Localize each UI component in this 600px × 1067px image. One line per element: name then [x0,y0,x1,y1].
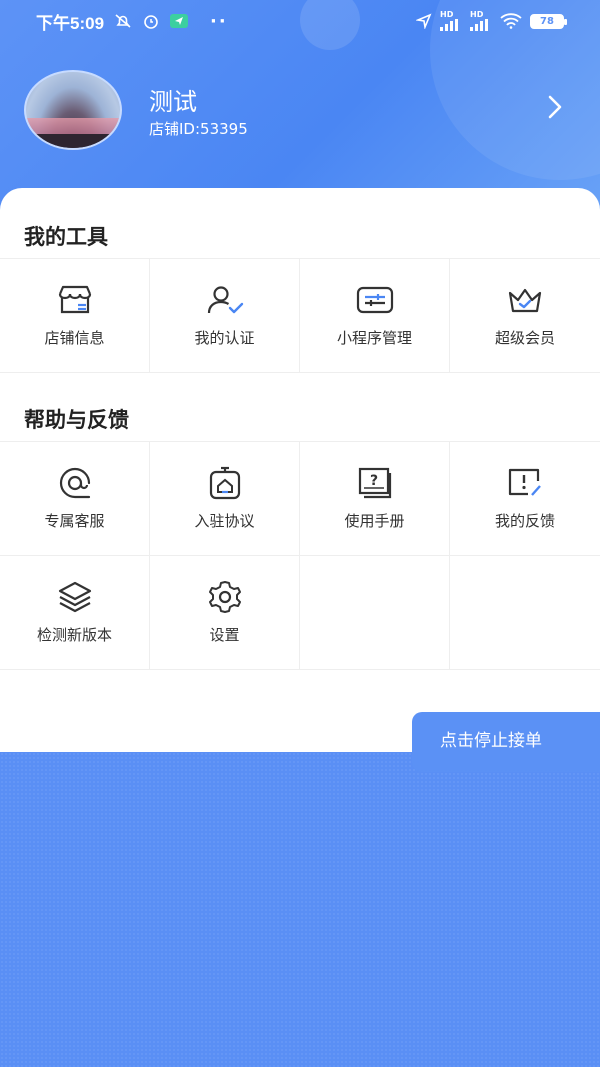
store-icon [55,283,95,317]
signal-icon: HD [470,11,492,31]
help-label: 使用手册 [344,512,405,530]
empty-cell [300,556,450,669]
app-notification-icon [170,14,189,28]
help-settings[interactable]: 设置 [150,556,300,669]
alarm-icon [144,15,158,29]
mute-bell-icon [115,14,131,28]
signal-icon: HD [440,11,462,31]
svg-text:?: ? [369,473,377,489]
tools-grid: 店铺信息 我的认证 小程序管理 超级会员 [0,258,600,373]
gear-icon [205,580,245,614]
avatar[interactable] [24,70,122,150]
help-my-feedback[interactable]: 我的反馈 [450,442,600,555]
help-label: 设置 [209,626,240,644]
status-bar: 下午5:09 ·· HD HD 78 [0,0,600,42]
empty-cell [450,556,600,669]
tool-label: 超级会员 [494,329,555,347]
bottom-panel [0,752,600,1067]
grid-row: 店铺信息 我的认证 小程序管理 超级会员 [0,259,600,373]
tool-super-member[interactable]: 超级会员 [450,259,600,372]
menu-card: 我的工具 店铺信息 我的认证 小程序管理 超级会员 帮助与反馈 专属客服 入驻协… [0,188,600,752]
stop-accepting-orders-button[interactable]: 点击停止接单 [412,712,600,772]
section-title-help: 帮助与反馈 [24,408,129,432]
location-icon [416,13,432,29]
tool-my-certification[interactable]: 我的认证 [150,259,300,372]
layers-icon [55,580,95,614]
agreement-icon [205,466,245,500]
status-time: 下午5:09 [36,13,105,33]
mini-program-icon [355,283,395,317]
grid-row: 专属客服 入驻协议 ? 使用手册 我的反馈 [0,442,600,556]
tool-mini-program[interactable]: 小程序管理 [300,259,450,372]
profile-name: 测试 [149,88,197,116]
status-icons-left: ·· [114,11,228,32]
customer-service-icon [55,466,95,500]
tool-label: 我的认证 [194,329,255,347]
help-grid: 专属客服 入驻协议 ? 使用手册 我的反馈 检测新版本 设置 [0,441,600,670]
tool-label: 店铺信息 [44,329,105,347]
help-settlement-agreement[interactable]: 入驻协议 [150,442,300,555]
help-label: 我的反馈 [494,512,555,530]
help-check-new-version[interactable]: 检测新版本 [0,556,150,669]
status-icons-right: HD HD 78 [416,11,567,31]
help-label: 入驻协议 [194,512,255,530]
tool-label: 小程序管理 [336,329,412,347]
grid-row: 检测新版本 设置 [0,556,600,670]
crown-icon [505,283,545,317]
manual-icon: ? [355,466,395,500]
help-label: 检测新版本 [36,626,112,644]
help-user-manual[interactable]: ? 使用手册 [300,442,450,555]
shop-id: 店铺ID:53395 [149,120,248,138]
tool-store-info[interactable]: 店铺信息 [0,259,150,372]
feedback-icon [505,466,545,500]
section-title-tools: 我的工具 [24,225,108,249]
help-label: 专属客服 [44,512,105,530]
user-verified-icon [205,283,245,317]
more-dots-icon: ·· [210,10,228,32]
battery-icon: 78 [530,13,567,29]
chevron-right-icon[interactable] [544,94,566,120]
avatar-ground [26,134,120,148]
help-customer-service[interactable]: 专属客服 [0,442,150,555]
wifi-icon [500,13,522,29]
